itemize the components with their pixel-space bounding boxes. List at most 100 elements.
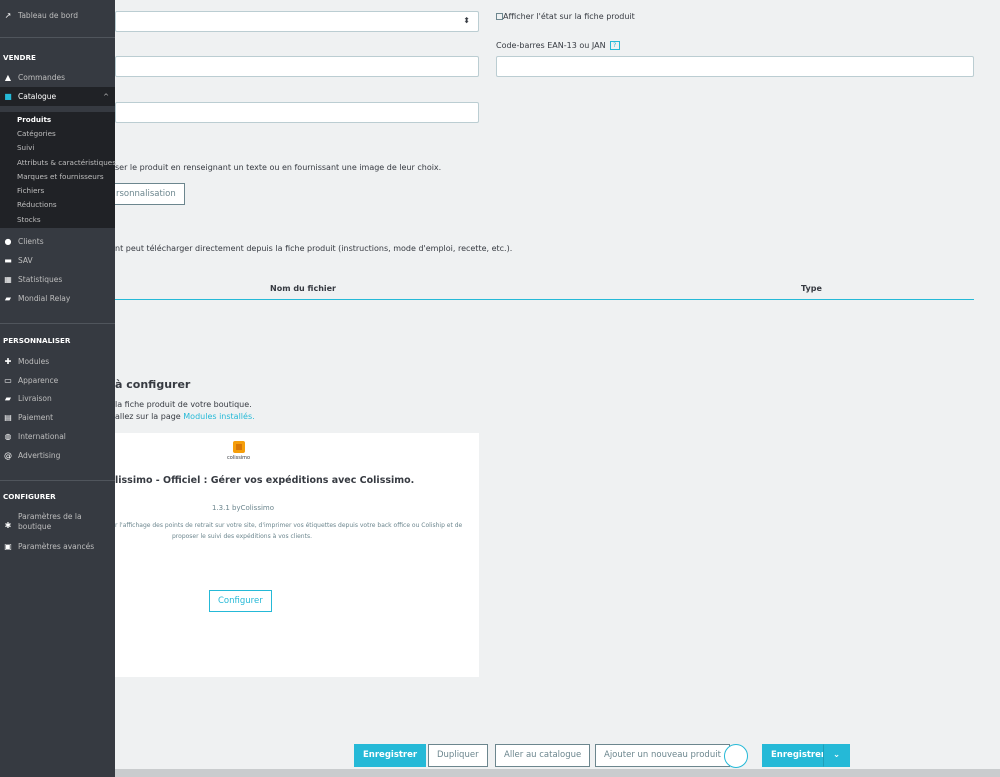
sidebar-head-configure: CONFIGURER xyxy=(3,492,56,501)
sidebar-item-label: Apparence xyxy=(18,376,59,385)
sidebar-item-payment[interactable]: ▤ Paiement xyxy=(0,408,115,427)
module-desc-2: proposer le suivi des expéditions à vos … xyxy=(172,533,312,540)
sidebar-sub-monitoring[interactable]: Suivi xyxy=(0,141,115,155)
sidebar-divider xyxy=(0,37,115,38)
catalog-submenu: Produits Catégories Suivi Attributs & ca… xyxy=(0,112,116,228)
sidebar-item-label: Statistiques xyxy=(18,275,63,284)
installed-modules-link[interactable]: Modules installés. xyxy=(183,412,254,421)
basket-icon: ▲ xyxy=(4,73,12,82)
puzzle-icon: ✚ xyxy=(4,357,12,366)
isbn-field[interactable] xyxy=(115,56,479,77)
sidebar-item-shop-params[interactable]: ✱ Paramètres de la boutique xyxy=(0,512,115,538)
customization-description: ser le produit en renseignant un texte o… xyxy=(115,163,442,172)
sidebar-item-label: Paramètres de la xyxy=(18,512,82,521)
sidebar-item-shipping[interactable]: ▰ Livraison xyxy=(0,389,115,408)
store-icon: ■ xyxy=(4,92,12,101)
sidebar-item-label: Paiement xyxy=(18,413,54,422)
sidebar-item-label: Advertising xyxy=(18,451,61,460)
sidebar-sub-products[interactable]: Produits xyxy=(0,112,115,126)
colissimo-logo-icon xyxy=(233,441,245,453)
main-content: ⬍ Afficher l'état sur la fiche produit C… xyxy=(0,0,1000,777)
sidebar-item-customers[interactable]: ● Clients xyxy=(0,232,115,251)
module-version: 1.3.1 byColissimo xyxy=(212,504,275,512)
sidebar-item-label: Mondial Relay xyxy=(18,294,71,303)
sidebar-item-mondial-relay[interactable]: ▰ Mondial Relay xyxy=(0,289,115,308)
sidebar-item-label: Commandes xyxy=(18,73,66,82)
sidebar-item-appearance[interactable]: ▭ Apparence xyxy=(0,371,115,390)
barcode-label: Code-barres EAN-13 ou JAN xyxy=(496,41,606,50)
module-card-colissimo: colissimo lissimo - Officiel : Gérer vos… xyxy=(115,433,479,677)
at-sign-icon: @ xyxy=(4,451,12,460)
credit-card-icon: ▤ xyxy=(4,413,12,422)
globe-icon: ◍ xyxy=(4,432,12,441)
settings-box-icon: ▣ xyxy=(4,542,12,551)
add-customization-button[interactable]: rsonnalisation xyxy=(108,183,185,205)
save-button[interactable]: Enregistrer xyxy=(354,744,427,767)
modules-line-2-prefix: allez sur la page xyxy=(115,412,184,421)
sidebar-sub-stocks[interactable]: Stocks xyxy=(0,212,115,226)
bottom-scroll-strip xyxy=(0,769,1000,777)
configure-button[interactable]: Configurer xyxy=(209,590,272,612)
sidebar-sub-categories[interactable]: Catégories xyxy=(0,126,115,140)
sidebar-item-label: Catalogue xyxy=(18,92,57,101)
logo-caption: colissimo xyxy=(227,455,251,461)
sidebar-item-advertising[interactable]: @ Advertising xyxy=(0,446,115,465)
sidebar-sub-attributes[interactable]: Attributs & caractéristiques xyxy=(0,155,116,169)
sidebar-item-orders[interactable]: ▲ Commandes xyxy=(0,68,115,87)
modules-line-2: allez sur la page Modules installés. xyxy=(115,412,255,421)
sidebar: ↗ Tableau de bord VENDRE ▲ Commandes ■ Cata… xyxy=(0,0,116,777)
module-title: lissimo - Officiel : Gérer vos expéditio… xyxy=(115,475,415,486)
sidebar-head-sell: VENDRE xyxy=(3,53,36,62)
sidebar-item-dashboard[interactable]: ↗ Tableau de bord xyxy=(0,6,115,25)
sidebar-item-label: International xyxy=(18,432,66,441)
show-condition-checkbox-row[interactable]: Afficher l'état sur la fiche produit xyxy=(496,12,635,21)
chat-icon: ▬ xyxy=(4,256,12,265)
attachments-description: nt peut télécharger directement depuis l… xyxy=(115,244,513,253)
sidebar-item-international[interactable]: ◍ International xyxy=(0,427,115,446)
show-condition-label: Afficher l'état sur la fiche produit xyxy=(503,12,635,21)
attachments-table-header: Nom du fichier Type xyxy=(115,278,974,300)
sidebar-item-catalog[interactable]: ■ Catalogue ^ xyxy=(0,87,115,106)
go-to-catalog-button[interactable]: Aller au catalogue xyxy=(495,744,591,767)
sidebar-sub-brands[interactable]: Marques et fournisseurs xyxy=(0,169,115,183)
condition-select[interactable]: ⬍ xyxy=(115,11,479,32)
select-caret-icon: ⬍ xyxy=(463,16,470,25)
online-toggle[interactable] xyxy=(724,744,748,768)
ean13-field[interactable] xyxy=(496,56,974,77)
sidebar-item-modules[interactable]: ✚ Modules xyxy=(0,352,115,371)
sidebar-item-advanced-params[interactable]: ▣ Paramètres avancés xyxy=(0,537,115,556)
sidebar-head-customize: PERSONNALISER xyxy=(3,336,71,345)
sidebar-item-stats[interactable]: ▦ Statistiques xyxy=(0,270,115,289)
sidebar-item-label: SAV xyxy=(18,256,33,265)
sidebar-item-label: Tableau de bord xyxy=(18,11,78,20)
sidebar-divider xyxy=(0,323,115,324)
modules-line-1: la fiche produit de votre boutique. xyxy=(115,400,252,409)
user-icon: ● xyxy=(4,237,12,246)
bar-chart-icon: ▦ xyxy=(4,275,12,284)
truck-icon: ▰ xyxy=(4,394,12,403)
modules-section-title: à configurer xyxy=(115,378,191,391)
sidebar-divider xyxy=(0,480,115,481)
checkbox-icon[interactable] xyxy=(496,13,503,20)
sidebar-sub-discounts[interactable]: Réductions xyxy=(0,198,115,212)
upc-field[interactable] xyxy=(115,102,479,123)
sidebar-item-label: Modules xyxy=(18,357,50,366)
sidebar-item-label: Livraison xyxy=(18,394,52,403)
duplicate-button[interactable]: Dupliquer xyxy=(428,744,488,767)
sidebar-sub-files[interactable]: Fichiers xyxy=(0,183,115,197)
chevron-up-icon: ^ xyxy=(103,92,109,101)
add-new-product-button[interactable]: Ajouter un nouveau produit xyxy=(595,744,730,767)
save-dropdown-chevron-icon[interactable]: ⌄ xyxy=(823,744,850,767)
sidebar-item-label: Paramètres avancés xyxy=(18,542,95,551)
sidebar-item-label: Clients xyxy=(18,237,44,246)
col-type: Type xyxy=(801,284,822,293)
sidebar-item-label: boutique xyxy=(18,522,52,531)
trending-up-icon: ↗ xyxy=(4,11,12,20)
col-filename: Nom du fichier xyxy=(270,284,336,293)
sidebar-item-sav[interactable]: ▬ SAV xyxy=(0,251,115,270)
module-desc-1: r l'affichage des points de retrait sur … xyxy=(115,522,463,529)
barcode-label-row: Code-barres EAN-13 ou JAN? xyxy=(496,41,620,50)
truck-icon: ▰ xyxy=(4,294,12,303)
gear-icon: ✱ xyxy=(4,520,12,530)
help-icon[interactable]: ? xyxy=(609,41,620,50)
